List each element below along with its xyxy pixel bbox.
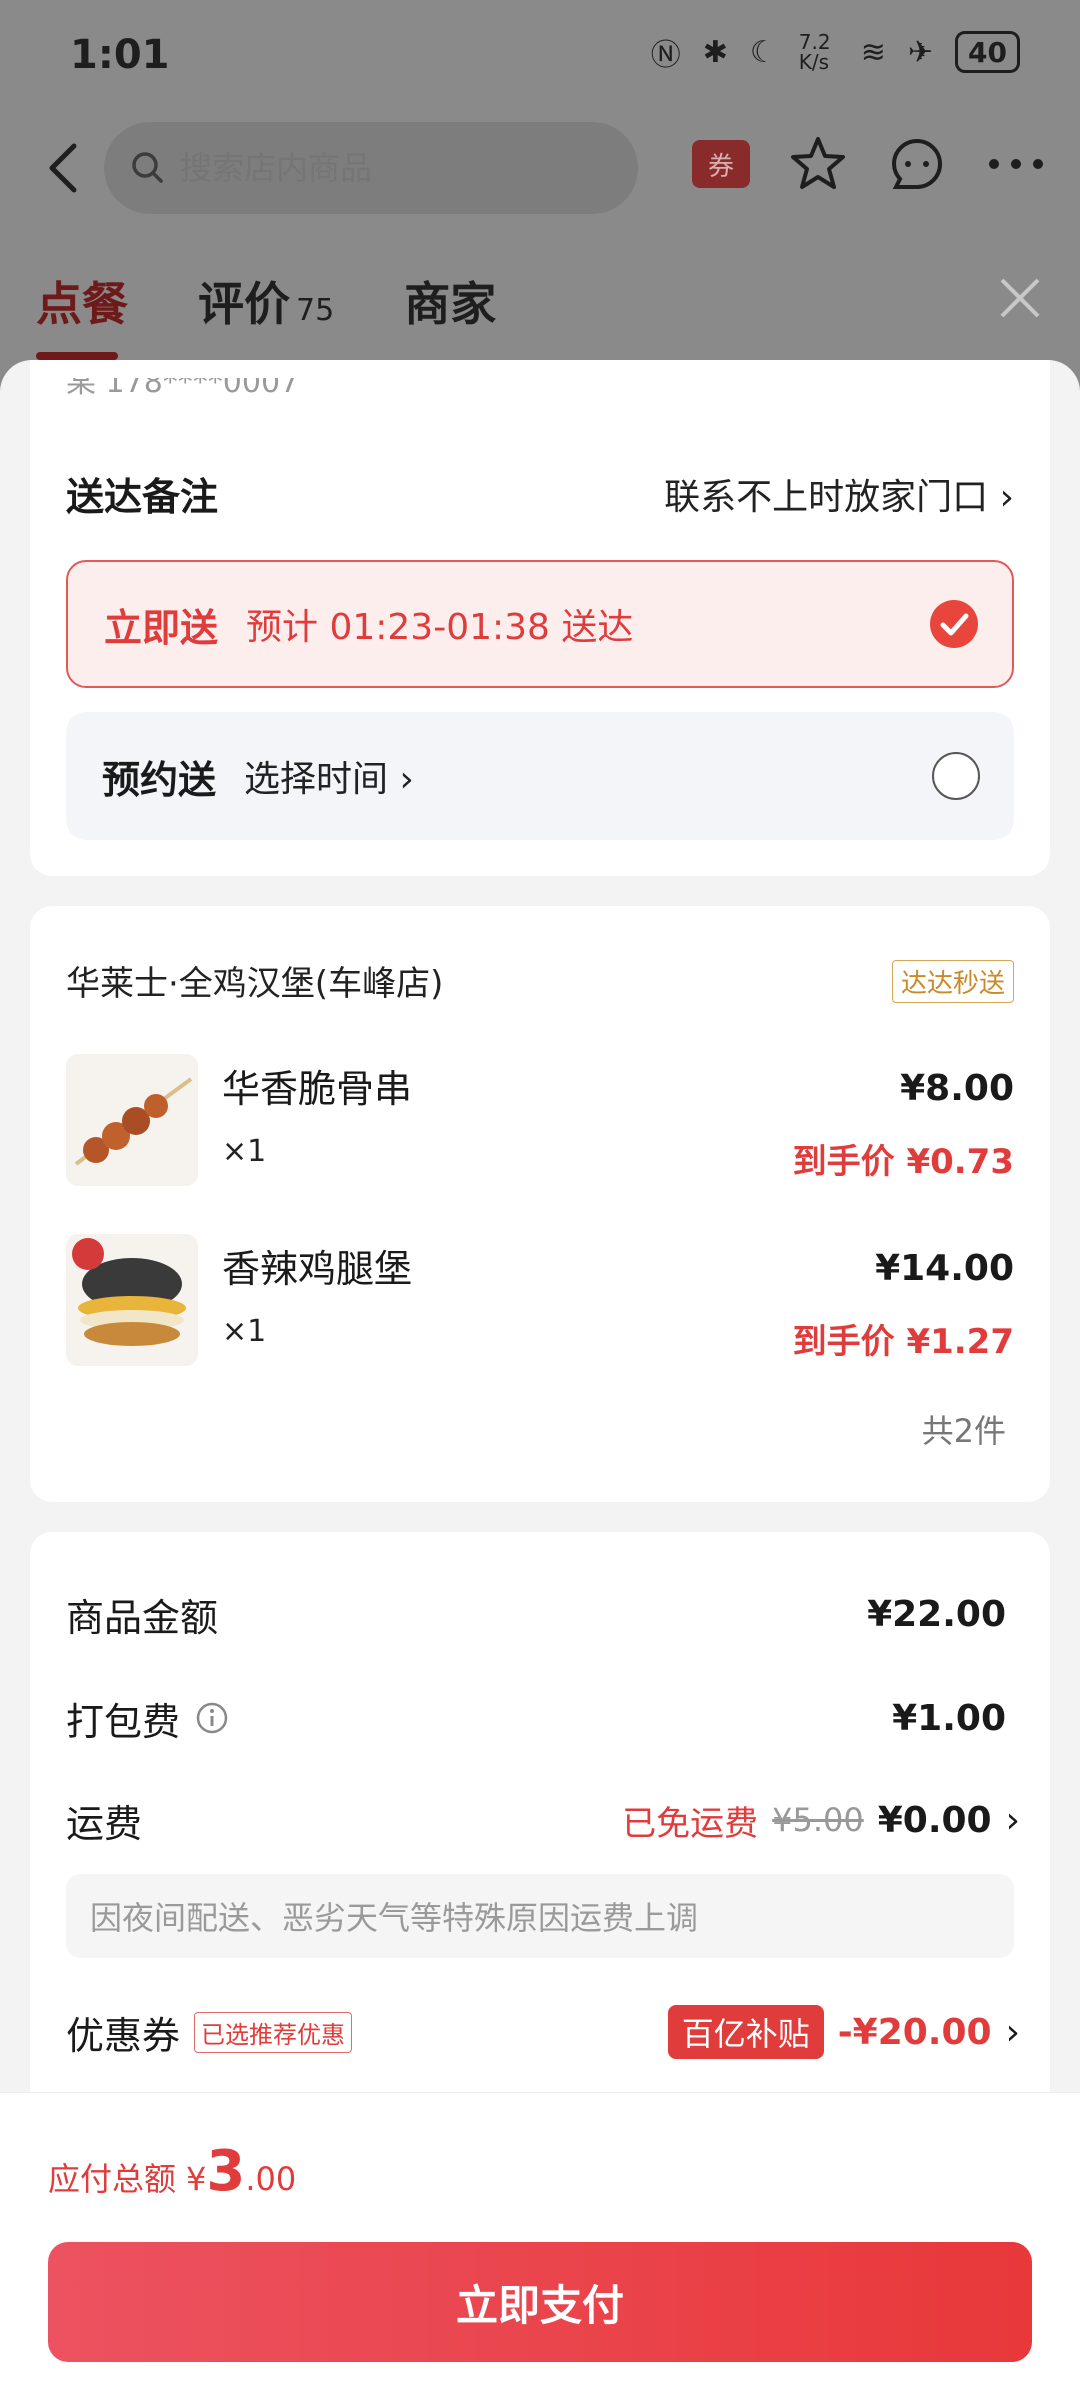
deliver-now-title: 立即送 xyxy=(104,605,219,650)
pay-area: 立即支付 xyxy=(0,2232,1080,2400)
burger-image xyxy=(66,1234,198,1366)
total-label: 应付总额 xyxy=(48,2160,177,2198)
scheduled-select-time[interactable]: 选择时间 › xyxy=(244,750,414,802)
net-speed: 7.2 K/s xyxy=(798,30,831,74)
scheduled-title: 预约送 xyxy=(102,757,217,802)
discount-amount: -¥20.00 xyxy=(837,2011,992,2053)
item-price: ¥8.00 xyxy=(900,1068,1014,1109)
check-icon[interactable] xyxy=(930,600,978,648)
deliver-now-option[interactable]: 立即送 预计 01:23-01:38 送达 xyxy=(66,560,1014,688)
battery-icon: 40 xyxy=(955,31,1020,73)
more-icon[interactable] xyxy=(986,154,1046,174)
recommended-coupon-tag: 已选推荐优惠 xyxy=(194,2011,353,2053)
moon-icon: ☾ xyxy=(749,34,777,70)
shipping-fee-label: 运费 xyxy=(66,1801,143,1846)
skewer-image xyxy=(66,1054,198,1186)
nfc-icon: Ⓝ xyxy=(650,38,681,73)
goods-amount-row: 商品金额 ¥22.00 xyxy=(66,1584,1006,1644)
shipping-fee-value: 已免运费 ¥5.00 ¥0.00 › xyxy=(622,1796,1020,1845)
tab-order[interactable]: 点餐 xyxy=(36,268,128,360)
chevron-right-icon: › xyxy=(1005,1799,1020,1841)
packing-fee-label: 打包费 xyxy=(66,1691,230,1746)
background-page: 1:01 Ⓝ ✱ ☾ 7.2 K/s ≋ ✈ 40 券 点餐 评价75 商家 xyxy=(0,0,1080,400)
original-shipping: ¥5.00 xyxy=(772,1801,864,1839)
pay-now-button[interactable]: 立即支付 xyxy=(48,2242,1032,2362)
shipping-note: 因夜间配送、恶劣天气等特殊原因运费上调 xyxy=(66,1874,1014,1958)
shipping-fee-row[interactable]: 运费 已免运费 ¥5.00 ¥0.00 › xyxy=(66,1790,1020,1850)
status-time: 1:01 xyxy=(70,32,170,78)
wifi-icon: ≋ xyxy=(860,34,886,70)
deliver-now-eta: 预计 01:23-01:38 送达 xyxy=(246,607,634,648)
goods-amount-value: ¥22.00 xyxy=(867,1593,1006,1635)
status-icons: Ⓝ ✱ ☾ 7.2 K/s ≋ ✈ 40 xyxy=(651,30,1020,74)
store-header: 券 xyxy=(0,122,1080,214)
item-count: 共2件 xyxy=(921,1412,1006,1450)
back-arrow-icon[interactable] xyxy=(36,138,96,198)
coupon-value: 百亿补贴 -¥20.00 › xyxy=(667,2005,1020,2059)
total-currency: ¥ xyxy=(186,2160,207,2198)
chevron-right-icon: › xyxy=(1005,2011,1020,2053)
packing-fee-row: 打包费 ¥1.00 xyxy=(66,1688,1006,1748)
coupon-row[interactable]: 优惠券 已选推荐优惠 百亿补贴 -¥20.00 › xyxy=(66,2002,1020,2062)
item-name: 香辣鸡腿堡 xyxy=(222,1247,413,1291)
free-shipping-tag: 已免运费 xyxy=(622,1803,759,1844)
status-bar: 1:01 Ⓝ ✱ ☾ 7.2 K/s ≋ ✈ 40 xyxy=(0,0,1080,110)
item-price: ¥14.00 xyxy=(875,1248,1014,1289)
star-icon[interactable] xyxy=(788,134,848,194)
store-search-box[interactable] xyxy=(104,122,638,214)
tab-reviews[interactable]: 评价 75 xyxy=(198,268,334,334)
packing-fee-value: ¥1.00 xyxy=(892,1697,1006,1739)
order-items-card: 华莱士·全鸡汉堡(车峰店) 达达秒送 华香脆骨串 ×1 ¥8.00 到手价 ¥0… xyxy=(30,906,1050,1502)
list-item: 华香脆骨串 ×1 ¥8.00 到手价 ¥0.73 xyxy=(66,1054,1014,1186)
goods-amount-label: 商品金额 xyxy=(66,1595,219,1640)
scheduled-delivery-option[interactable]: 预约送 选择时间 › xyxy=(66,712,1014,840)
airplane-icon: ✈ xyxy=(907,34,934,70)
delivery-badge: 达达秒送 xyxy=(891,960,1014,1003)
contact-info: 某 178****0007 xyxy=(66,378,300,400)
coupon-button[interactable]: 券 xyxy=(692,140,750,188)
total-amount-integer: 3 xyxy=(206,2139,246,2204)
close-icon[interactable] xyxy=(992,270,1048,326)
item-final-price: 到手价 ¥1.27 xyxy=(792,1322,1014,1362)
search-icon xyxy=(132,152,163,183)
tab-merchant[interactable]: 商家 xyxy=(404,268,496,334)
subsidy-badge: 百亿补贴 xyxy=(667,2005,824,2059)
remark-value: 联系不上时放家门口 › xyxy=(664,476,1014,518)
delivery-card: 某 178****0007 送达备注 联系不上时放家门口 › 立即送 预计 01… xyxy=(30,360,1050,876)
total-amount-decimal: .00 xyxy=(245,2160,297,2198)
delivery-remark-row[interactable]: 送达备注 联系不上时放家门口 › xyxy=(66,466,1014,521)
customer-service-icon[interactable] xyxy=(886,134,948,194)
item-quantity: ×1 xyxy=(222,1134,267,1169)
search-input[interactable] xyxy=(180,149,600,187)
store-tabs: 点餐 评价 75 商家 xyxy=(36,268,496,360)
chevron-right-icon: › xyxy=(999,476,1014,518)
shop-name: 华莱士·全鸡汉堡(车峰店) xyxy=(66,964,444,1004)
fee-breakdown-card: 商品金额 ¥22.00 打包费 ¥1.00 运费 已免运费 ¥5.00 ¥0.0… xyxy=(30,1532,1050,2132)
radio-empty-icon[interactable] xyxy=(932,752,980,800)
item-name: 华香脆骨串 xyxy=(222,1067,413,1111)
list-item: 香辣鸡腿堡 ×1 ¥14.00 到手价 ¥1.27 xyxy=(66,1234,1014,1366)
item-final-price: 到手价 ¥0.73 xyxy=(792,1142,1014,1182)
header-actions: 券 xyxy=(692,134,1046,194)
info-icon[interactable] xyxy=(194,1700,230,1736)
item-quantity: ×1 xyxy=(222,1314,267,1349)
coupon-label: 优惠券 已选推荐优惠 xyxy=(66,2005,353,2060)
remark-label: 送达备注 xyxy=(66,475,219,519)
bluetooth-icon: ✱ xyxy=(702,34,728,70)
total-bar: 应付总额 ¥ 3 .00 xyxy=(0,2092,1080,2232)
